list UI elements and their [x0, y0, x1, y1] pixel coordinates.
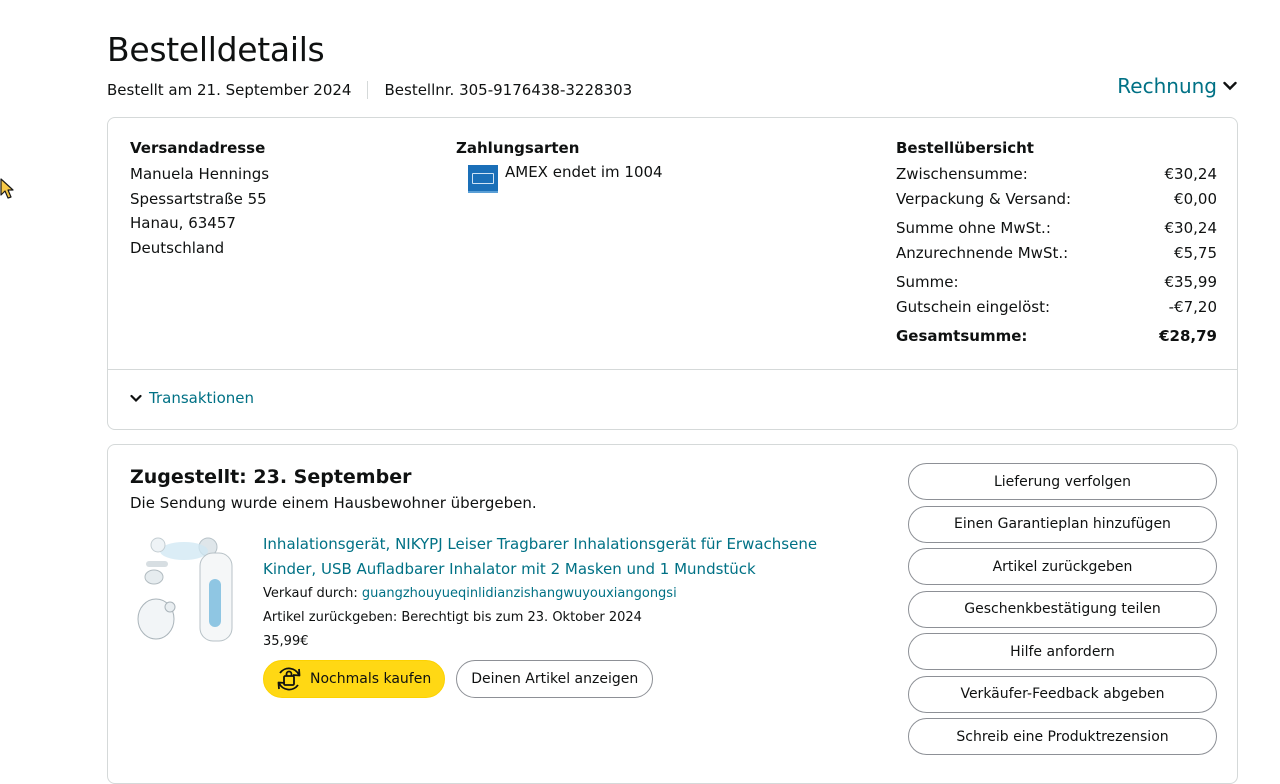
- order-meta: Bestellt am 21. September 2024 Bestellnr…: [107, 80, 632, 100]
- delivery-status-title: Zugestellt: 23. September: [130, 466, 412, 488]
- buy-again-icon: [277, 667, 301, 691]
- summary-heading: Bestellübersicht: [896, 139, 1034, 157]
- view-item-button[interactable]: Deinen Artikel anzeigen: [456, 660, 654, 698]
- product-image[interactable]: [136, 533, 240, 645]
- summary-row-net: Summe ohne MwSt.: €30,24: [896, 216, 1217, 241]
- address-line: Deutschland: [130, 238, 225, 257]
- address-line: Manuela Hennings: [130, 165, 270, 183]
- summary-value: €5,75: [1174, 243, 1217, 262]
- transactions-label: Transaktionen: [149, 389, 254, 407]
- get-help-button[interactable]: Hilfe anfordern: [908, 633, 1217, 670]
- buy-again-label: Nochmals kaufen: [310, 671, 432, 687]
- summary-label: Summe:: [896, 273, 959, 291]
- summary-value: €35,99: [1164, 273, 1218, 291]
- payment-method-label: AMEX endet im 1004: [505, 163, 663, 181]
- summary-label: Summe ohne MwSt.:: [896, 219, 1051, 237]
- transactions-toggle[interactable]: Transaktionen: [130, 388, 254, 408]
- summary-row-coupon: Gutschein eingelöst: -€7,20: [896, 295, 1217, 320]
- page-title: Bestelldetails: [107, 30, 325, 69]
- shipping-address: Versandadresse Manuela Hennings Spessart…: [130, 138, 269, 260]
- order-summary: Bestellübersicht Zwischensumme: €30,24 V…: [896, 138, 1217, 349]
- summary-value: €0,00: [1174, 189, 1217, 208]
- write-review-button[interactable]: Schreib eine Produktrezension: [908, 718, 1217, 755]
- track-delivery-button[interactable]: Lieferung verfolgen: [908, 463, 1217, 500]
- invoice-label: Rechnung: [1117, 74, 1217, 98]
- card-divider: [108, 369, 1237, 370]
- shipment-card: Zugestellt: 23. September Die Sendung wu…: [107, 444, 1238, 784]
- summary-value: €28,79: [1159, 327, 1217, 345]
- order-item: Inhalationsgerät, NIKYPJ Leiser Tragbare…: [263, 532, 863, 698]
- summary-value: -€7,20: [1168, 297, 1217, 316]
- seller-link[interactable]: guangzhouyueqinlidianzishangwuyouxiangon…: [362, 586, 677, 601]
- shipment-actions: Lieferung verfolgen Einen Garantieplan h…: [908, 463, 1217, 761]
- summary-value: €30,24: [1164, 219, 1218, 237]
- return-info: Artikel zurückgeben: Berechtigt bis zum …: [263, 610, 642, 625]
- seller-info: Verkauf durch: guangzhouyueqinlidianzish…: [263, 582, 863, 606]
- order-info-card: Versandadresse Manuela Hennings Spessart…: [107, 117, 1238, 430]
- order-date: Bestellt am 21. September 2024: [107, 81, 352, 99]
- address-line: Hanau, 63457: [130, 214, 236, 232]
- item-price: 35,99€: [263, 634, 309, 649]
- payment-method: AMEX endet im 1004: [468, 162, 663, 193]
- meta-divider: [367, 81, 369, 99]
- summary-label: Gesamtsumme:: [896, 327, 1028, 345]
- seller-feedback-button[interactable]: Verkäufer-Feedback abgeben: [908, 675, 1217, 713]
- summary-label: Gutschein eingelöst:: [896, 297, 1050, 316]
- seller-prefix: Verkauf durch:: [263, 586, 358, 601]
- summary-row-subtotal: Zwischensumme: €30,24: [896, 162, 1217, 187]
- summary-value: €30,24: [1164, 165, 1218, 183]
- payment-heading: Zahlungsarten: [456, 139, 580, 157]
- item-title-link[interactable]: Inhalationsgerät, NIKYPJ Leiser Tragbare…: [263, 532, 863, 582]
- summary-row-vat: Anzurechnende MwSt.: €5,75: [896, 241, 1217, 266]
- order-number: Bestellnr. 305-9176438-3228303: [384, 81, 633, 99]
- summary-row-shipping: Verpackung & Versand: €0,00: [896, 187, 1217, 212]
- item-buttons: Nochmals kaufen Deinen Artikel anzeigen: [263, 660, 863, 698]
- add-warranty-button[interactable]: Einen Garantieplan hinzufügen: [908, 505, 1217, 543]
- summary-row-total: Gesamtsumme: €28,79: [896, 324, 1217, 349]
- invoice-dropdown[interactable]: Rechnung: [1117, 74, 1237, 98]
- chevron-down-icon: [1223, 81, 1237, 91]
- mouse-cursor-icon: [0, 178, 14, 199]
- summary-label: Anzurechnende MwSt.:: [896, 243, 1069, 262]
- summary-label: Zwischensumme:: [896, 165, 1028, 183]
- address-line: Spessartstraße 55: [130, 189, 267, 208]
- amex-card-icon: [468, 165, 498, 193]
- shipping-heading: Versandadresse: [130, 139, 266, 157]
- share-gift-receipt-button[interactable]: Geschenkbestätigung teilen: [908, 590, 1217, 628]
- summary-label: Verpackung & Versand:: [896, 189, 1072, 208]
- delivery-status-subtitle: Die Sendung wurde einem Hausbewohner übe…: [130, 494, 537, 512]
- payment-methods: Zahlungsarten AMEX endet im 1004: [456, 138, 663, 193]
- buy-again-button[interactable]: Nochmals kaufen: [263, 660, 446, 698]
- chevron-down-icon: [130, 394, 142, 402]
- summary-row-sum: Summe: €35,99: [896, 270, 1217, 295]
- return-item-button[interactable]: Artikel zurückgeben: [908, 548, 1217, 585]
